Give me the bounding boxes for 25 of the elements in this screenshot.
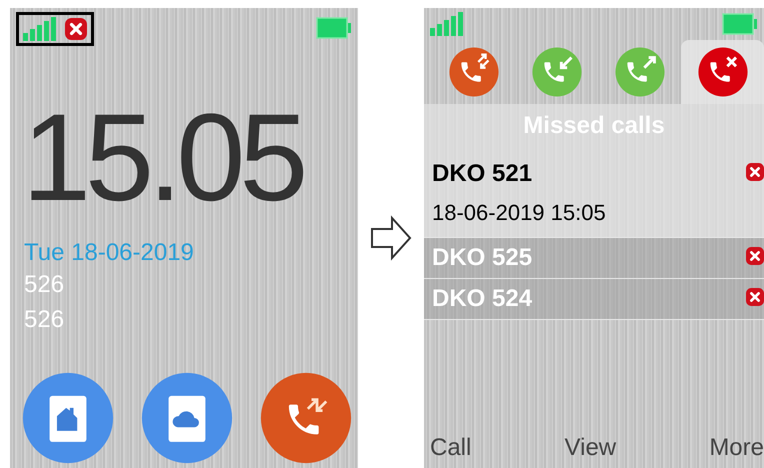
contact-name: DKO 524 <box>432 284 532 314</box>
phone-arrows-icon[interactable] <box>260 372 352 464</box>
signal-icon <box>430 12 464 36</box>
signal-icon <box>23 17 57 41</box>
call-time: 18-06-2019 15:05 <box>432 199 606 227</box>
home-contacts-icon[interactable] <box>22 372 114 464</box>
info-line: 526 <box>24 270 66 300</box>
contact-name: DKO 525 <box>432 243 532 273</box>
clock-time: 15.05 <box>22 96 304 220</box>
missed-calls-tab[interactable] <box>681 40 764 104</box>
softkey[interactable]: Call <box>430 430 472 466</box>
contact-name: DKO 521 <box>432 159 534 189</box>
info-line: 526 <box>24 304 66 335</box>
delete-icon <box>746 288 764 306</box>
delete-icon <box>746 162 764 181</box>
softkey[interactable]: View <box>564 430 616 466</box>
softkey[interactable]: More <box>709 430 764 466</box>
call-entry[interactable]: DKO 521 18-06-2019 15:05 <box>424 148 764 238</box>
error-icon <box>65 18 87 40</box>
battery-icon <box>722 12 758 35</box>
cloud-contacts-icon[interactable] <box>141 372 233 464</box>
delete-icon <box>746 246 764 265</box>
battery-icon <box>316 16 352 39</box>
right-arrow-icon <box>370 215 412 261</box>
date-text: Tue 18-06-2019 <box>24 238 195 268</box>
